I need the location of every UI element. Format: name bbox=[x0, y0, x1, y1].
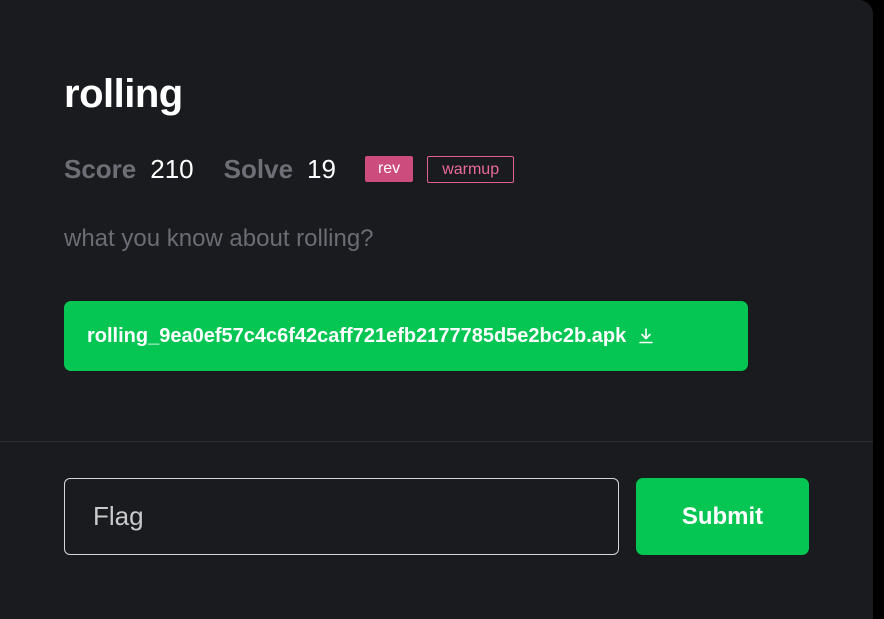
download-icon bbox=[638, 327, 654, 345]
section-divider bbox=[0, 441, 873, 442]
score-label: Score bbox=[64, 153, 137, 184]
attachment-filename: rolling_9ea0ef57c4c6f42caff721efb2177785… bbox=[87, 324, 627, 347]
score-value: 210 bbox=[150, 153, 194, 184]
tag-rev: rev bbox=[364, 156, 414, 182]
solve-value: 19 bbox=[307, 153, 336, 184]
attachment-download-button[interactable]: rolling_9ea0ef57c4c6f42caff721efb2177785… bbox=[64, 301, 748, 371]
challenge-panel: rolling Score 210 Solve 19 rev warmup wh… bbox=[0, 0, 873, 619]
tag-warmup: warmup bbox=[427, 155, 515, 183]
challenge-description: what you know about rolling? bbox=[64, 225, 374, 252]
challenge-title: rolling bbox=[64, 72, 183, 116]
challenge-stats: Score 210 Solve 19 rev warmup bbox=[64, 152, 515, 186]
submit-button[interactable]: Submit bbox=[636, 478, 809, 555]
flag-input[interactable] bbox=[64, 478, 619, 555]
solve-label: Solve bbox=[223, 153, 294, 184]
